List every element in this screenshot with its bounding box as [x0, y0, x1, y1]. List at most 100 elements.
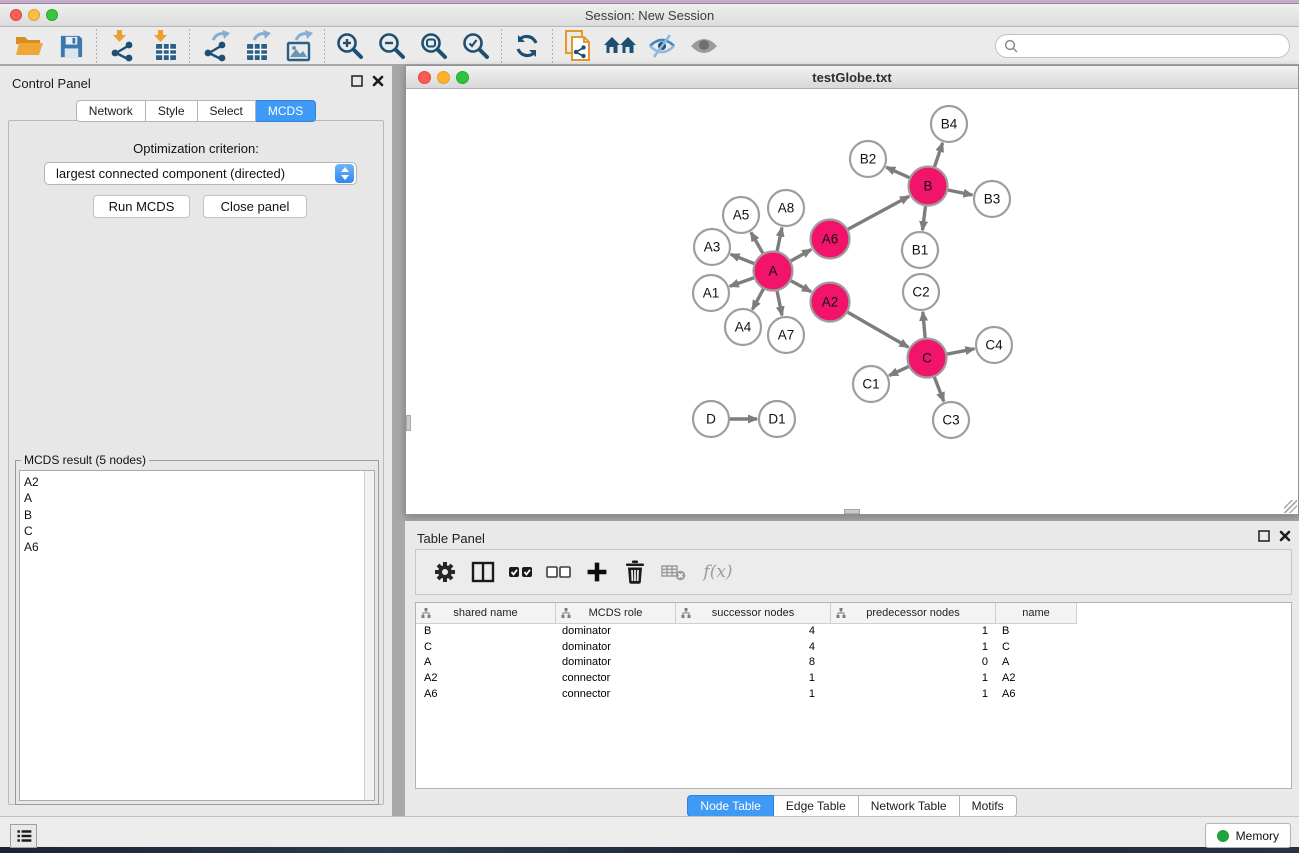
import-network-button[interactable]: [101, 29, 143, 63]
window-resize-grip[interactable]: [1284, 500, 1297, 513]
list-icon: [15, 827, 33, 845]
column-header-mcds-role[interactable]: MCDS role: [556, 603, 676, 624]
criterion-dropdown[interactable]: largest connected component (directed): [44, 162, 357, 185]
close-panel-icon[interactable]: [1279, 530, 1291, 542]
tab-motifs[interactable]: Motifs: [960, 795, 1017, 817]
graph-node-A6[interactable]: A6: [811, 220, 850, 259]
deselect-all-checkboxes-button[interactable]: [540, 554, 578, 590]
zoom-out-button[interactable]: [371, 29, 413, 63]
horizontal-scrollbar-thumb[interactable]: [844, 509, 860, 514]
graph-node-A1[interactable]: A1: [693, 275, 729, 311]
delete-table-button[interactable]: [654, 554, 692, 590]
tab-network-table[interactable]: Network Table: [859, 795, 960, 817]
graph-node-A3[interactable]: A3: [694, 229, 730, 265]
list-item[interactable]: B: [20, 507, 374, 523]
table-cell: A: [416, 655, 556, 671]
graph-node-B4[interactable]: B4: [931, 106, 967, 142]
network-from-file-button[interactable]: [557, 29, 599, 63]
tab-style[interactable]: Style: [146, 100, 198, 122]
create-column-button[interactable]: [578, 554, 616, 590]
list-item[interactable]: A2: [20, 474, 374, 490]
graph-node-A[interactable]: A: [754, 252, 793, 291]
graph-node-C3[interactable]: C3: [933, 402, 969, 438]
column-header-shared-name[interactable]: shared name: [416, 603, 556, 624]
graph-node-C1[interactable]: C1: [853, 366, 889, 402]
graph-node-B3[interactable]: B3: [974, 181, 1010, 217]
graph-node-B2[interactable]: B2: [850, 141, 886, 177]
show-all-button[interactable]: [683, 29, 725, 63]
search-input[interactable]: [1024, 39, 1281, 53]
table-row[interactable]: A2connector11A2: [416, 671, 1291, 687]
save-session-button[interactable]: [50, 29, 92, 63]
graph-node-A8[interactable]: A8: [768, 190, 804, 226]
table-row[interactable]: Adominator80A: [416, 655, 1291, 671]
graph-node-A2[interactable]: A2: [811, 283, 850, 322]
table-row[interactable]: Cdominator41C: [416, 640, 1291, 656]
close-panel-icon[interactable]: [372, 75, 384, 87]
first-neighbors-button[interactable]: [599, 29, 641, 63]
zoom-in-button[interactable]: [329, 29, 371, 63]
function-builder-button[interactable]: f(x): [692, 554, 744, 590]
fx-icon: f(x): [703, 562, 732, 582]
search-field[interactable]: [995, 34, 1290, 58]
network-canvas[interactable]: B4 B2 B B3 A5A8A6 A3 B1 A A1 C2 A2 A4A7 C4 C C1 C3 D D1: [406, 89, 1298, 514]
graph-node-D1[interactable]: D1: [759, 401, 795, 437]
graph-node-D[interactable]: D: [693, 401, 729, 437]
network-window-title-bar[interactable]: testGlobe.txt: [406, 66, 1298, 89]
tab-network[interactable]: Network: [76, 100, 146, 122]
refresh-button[interactable]: [506, 29, 548, 63]
column-header-name[interactable]: name: [996, 603, 1077, 624]
delete-columns-button[interactable]: [616, 554, 654, 590]
list-scrollbar[interactable]: [364, 471, 374, 800]
tab-select[interactable]: Select: [198, 100, 256, 122]
import-table-button[interactable]: [143, 29, 185, 63]
graph-node-B[interactable]: B: [909, 167, 948, 206]
column-header-successor-nodes[interactable]: successor nodes: [676, 603, 831, 624]
export-table-button[interactable]: [236, 29, 278, 63]
select-all-checkboxes-button[interactable]: [502, 554, 540, 590]
mcds-result-title: MCDS result (5 nodes): [21, 453, 149, 467]
table-row[interactable]: A6connector11A6: [416, 687, 1291, 703]
export-network-button[interactable]: [194, 29, 236, 63]
table-options-button[interactable]: [426, 554, 464, 590]
export-image-button[interactable]: [278, 29, 320, 63]
graph-node-label: D1: [768, 412, 785, 427]
mcds-result-list[interactable]: A2ABCA6: [19, 470, 375, 801]
zoom-fit-button[interactable]: [413, 29, 455, 63]
graph-node-A4[interactable]: A4: [725, 309, 761, 345]
zoom-selected-icon: [461, 31, 491, 61]
show-column-button[interactable]: [464, 554, 502, 590]
table-cell: A6: [416, 687, 556, 703]
memory-button[interactable]: Memory: [1205, 823, 1291, 848]
table-cell: A: [996, 655, 1077, 671]
zoom-selected-button[interactable]: [455, 29, 497, 63]
list-item[interactable]: A: [20, 490, 374, 506]
run-mcds-button[interactable]: Run MCDS: [93, 195, 190, 218]
close-panel-button[interactable]: Close panel: [203, 195, 307, 218]
float-panel-icon[interactable]: [1258, 530, 1270, 542]
graph-node-A5[interactable]: A5: [723, 197, 759, 233]
task-history-button[interactable]: [10, 824, 37, 848]
float-panel-icon[interactable]: [351, 75, 363, 87]
graph-node-C2[interactable]: C2: [903, 274, 939, 310]
list-item[interactable]: A6: [20, 539, 374, 555]
graph-node-A7[interactable]: A7: [768, 317, 804, 353]
table-cell: 1: [831, 624, 996, 640]
column-header-predecessor-nodes[interactable]: predecessor nodes: [831, 603, 996, 624]
refresh-icon: [513, 32, 541, 60]
open-file-button[interactable]: [8, 29, 50, 63]
graph-node-C4[interactable]: C4: [976, 327, 1012, 363]
graph-node-C[interactable]: C: [908, 339, 947, 378]
graph-node-label: A1: [703, 286, 720, 301]
vertical-scrollbar-thumb[interactable]: [406, 415, 411, 431]
graph-node-B1[interactable]: B1: [902, 232, 938, 268]
table-cell: connector: [556, 687, 676, 703]
list-item[interactable]: C: [20, 523, 374, 539]
table-cell: dominator: [556, 640, 676, 656]
graph-node-label: B4: [941, 117, 958, 132]
tab-node-table[interactable]: Node Table: [687, 795, 774, 817]
table-row[interactable]: Bdominator41B: [416, 624, 1291, 640]
tab-mcds[interactable]: MCDS: [256, 100, 316, 122]
hide-selected-button[interactable]: [641, 29, 683, 63]
tab-edge-table[interactable]: Edge Table: [774, 795, 859, 817]
